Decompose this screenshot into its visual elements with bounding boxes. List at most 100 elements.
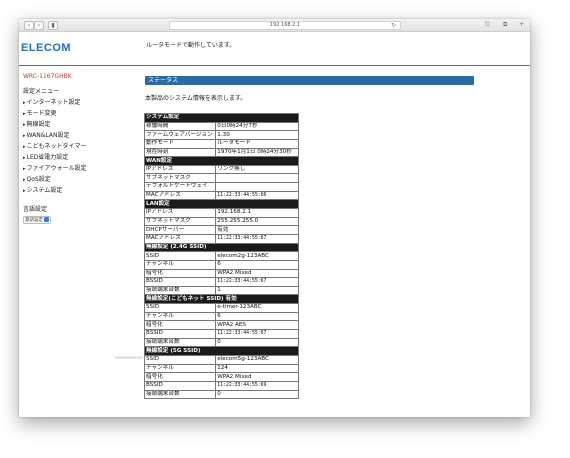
table-row: 暗号化 WPA2 Mixed [143,268,299,279]
row-value: WPA2 Mixed [215,372,299,382]
row-value: 11:22:33:44:55:67 [215,329,299,339]
sidebar-menu-item[interactable]: 無線設定 [23,119,133,130]
row-value: 6 [215,311,299,322]
row-value: WPA2 AES [215,320,299,330]
row-key: BSSID [143,277,217,287]
table-row: BSSID 11:22:33:44:55:69 [143,380,299,391]
row-key: サブネットマスク [143,216,217,227]
chevron-left-icon[interactable]: ‹ [24,21,34,30]
row-value [215,173,299,184]
menu-title: 設定メニュー [23,88,60,95]
row-key: SSID [143,354,217,365]
row-key: 暗号化 [143,268,217,279]
row-key: SSID [143,303,217,313]
table-row: 接続端末台数 1 [143,285,299,296]
table-row: IPアドレス リンク無し [143,164,299,175]
row-key: チャンネル [143,311,217,322]
scroll-handle[interactable] [115,356,143,359]
sidebar-menu-item[interactable]: システム設定 [23,185,133,196]
row-value: elecom5g-123ABC [215,354,299,365]
address-bar[interactable]: 192.168.2.1 ↻ [169,21,401,30]
row-key: 稼働時間 [143,121,217,132]
table-row: ファームウェアバージョン 1.30 [143,130,299,140]
row-key: 現在時刻 [143,147,217,158]
table-row: サブネットマスク [143,173,299,184]
table-section-header: WAN設定 [144,156,299,166]
row-key: 接続端末台数 [143,337,217,348]
row-value: 0 [215,337,299,348]
share-icon[interactable]: ⎋ [485,21,490,29]
row-key: 接続端末台数 [143,285,217,296]
section-label: 無線設定 (5G SSID) [144,346,299,356]
table-row: SSID elecom5g-123ABC [143,354,299,365]
table-row: SSID elecom2g-123ABC [143,251,299,261]
table-row: 接続端末台数 0 [143,389,299,400]
row-value: 6 [215,259,299,270]
row-key: デフォルトゲートウェイ [143,182,217,192]
table-row: チャンネル 6 [143,259,299,270]
table-section-header: 無線設定 (5G SSID) [144,346,299,356]
row-key: 動作モード [143,138,217,149]
table-row: DHCPサーバー 有効 [143,225,299,235]
table-row: MACアドレス 11:22:33:44:55:66 [143,190,299,201]
row-value [215,182,299,192]
browser-window: ‹ › ▮ 192.168.2.1 ↻ ⎋ ⧉ + ELECOM ルータモードで… [19,19,530,417]
section-label: 無線設定(こどもネット SSID) 有効 [144,294,299,305]
row-key: SSID [143,251,217,261]
table-row: SSID e-timer-123ABC [143,303,299,313]
sidebar-menu-item[interactable]: LED省電力設定 [23,152,133,163]
browser-toolbar: ‹ › ▮ 192.168.2.1 ↻ ⎋ ⧉ + [19,19,530,32]
row-key: DHCPサーバー [143,225,217,235]
sidebar-menu-item[interactable]: モード変更 [23,108,133,119]
tabs-icon[interactable]: ⧉ [503,21,507,29]
sidebar: WRC-1167GHBK 設定メニュー インターネット設定モード変更無線設定WA… [23,73,133,224]
row-key: 接続端末台数 [143,389,217,400]
sidebar-menu-item[interactable]: ファイアウォール設定 [23,163,133,174]
row-value: e-timer-123ABC [215,303,299,313]
sidebar-menu-item[interactable]: インターネット設定 [23,97,133,108]
row-value: 有効 [215,225,299,235]
row-value: 124 [215,363,299,374]
table-section-header: システム設定 [144,113,299,123]
menu-list: インターネット設定モード変更無線設定WAN&LAN設定こどもネットタイマーLED… [23,97,133,196]
table-row: 暗号化 WPA2 AES [143,320,299,330]
row-key: BSSID [143,329,217,339]
table-row: 接続端末台数 0 [143,337,299,348]
table-row: IPアドレス 192.168.2.1 [143,208,299,218]
row-value: 1 [215,285,299,296]
section-label: システム設定 [144,113,299,123]
language-select-value: 意語設定 [25,218,43,223]
table-row: デフォルトゲートウェイ [143,182,299,192]
row-value: ルータモード [215,138,299,149]
table-section-header: 無線設定(こどもネット SSID) 有効 [144,294,299,305]
row-value: 11:22:33:44:55:67 [215,277,299,287]
row-key: チャンネル [143,363,217,374]
sidebar-menu-item[interactable]: こどもネットタイマー [23,141,133,152]
table-row: MACアドレス 11:22:33:44:55:67 [143,233,299,244]
section-label: LAN設定 [144,199,299,210]
row-value: 1.30 [215,130,299,140]
new-tab-icon[interactable]: + [519,21,524,29]
language-title: 言語設定 [23,206,48,213]
row-key: MACアドレス [143,190,217,201]
section-label: 無線設定 (2.4G SSID) [144,242,299,253]
sidebar-menu-item[interactable]: WAN&LAN設定 [23,130,133,141]
language-select[interactable]: 意語設定 [23,216,51,224]
row-value: 11:22:33:44:55:69 [215,380,299,391]
section-label: WAN設定 [144,156,299,166]
status-table: システム設定 稼働時間 0日0時24分7秒 ファームウェアバージョン 1.30 動作モード… [143,113,299,400]
elecom-logo[interactable]: ELECOM [21,42,71,54]
row-value: リンク無し [215,164,299,175]
status-section-header: ステータス [145,76,474,85]
table-section-header: LAN設定 [144,199,299,210]
reload-icon[interactable]: ↻ [391,22,396,29]
chevron-right-icon[interactable]: › [34,21,44,30]
sidebar-menu-item[interactable]: QoS設定 [23,174,133,185]
sidebar-icon[interactable]: ▮ [48,21,58,30]
row-key: 暗号化 [143,320,217,330]
table-section-header: 無線設定 (2.4G SSID) [144,242,299,253]
row-key: IPアドレス [143,164,217,175]
row-value: 0 [215,389,299,400]
row-key: BSSID [143,380,217,391]
row-key: チャンネル [143,259,217,270]
